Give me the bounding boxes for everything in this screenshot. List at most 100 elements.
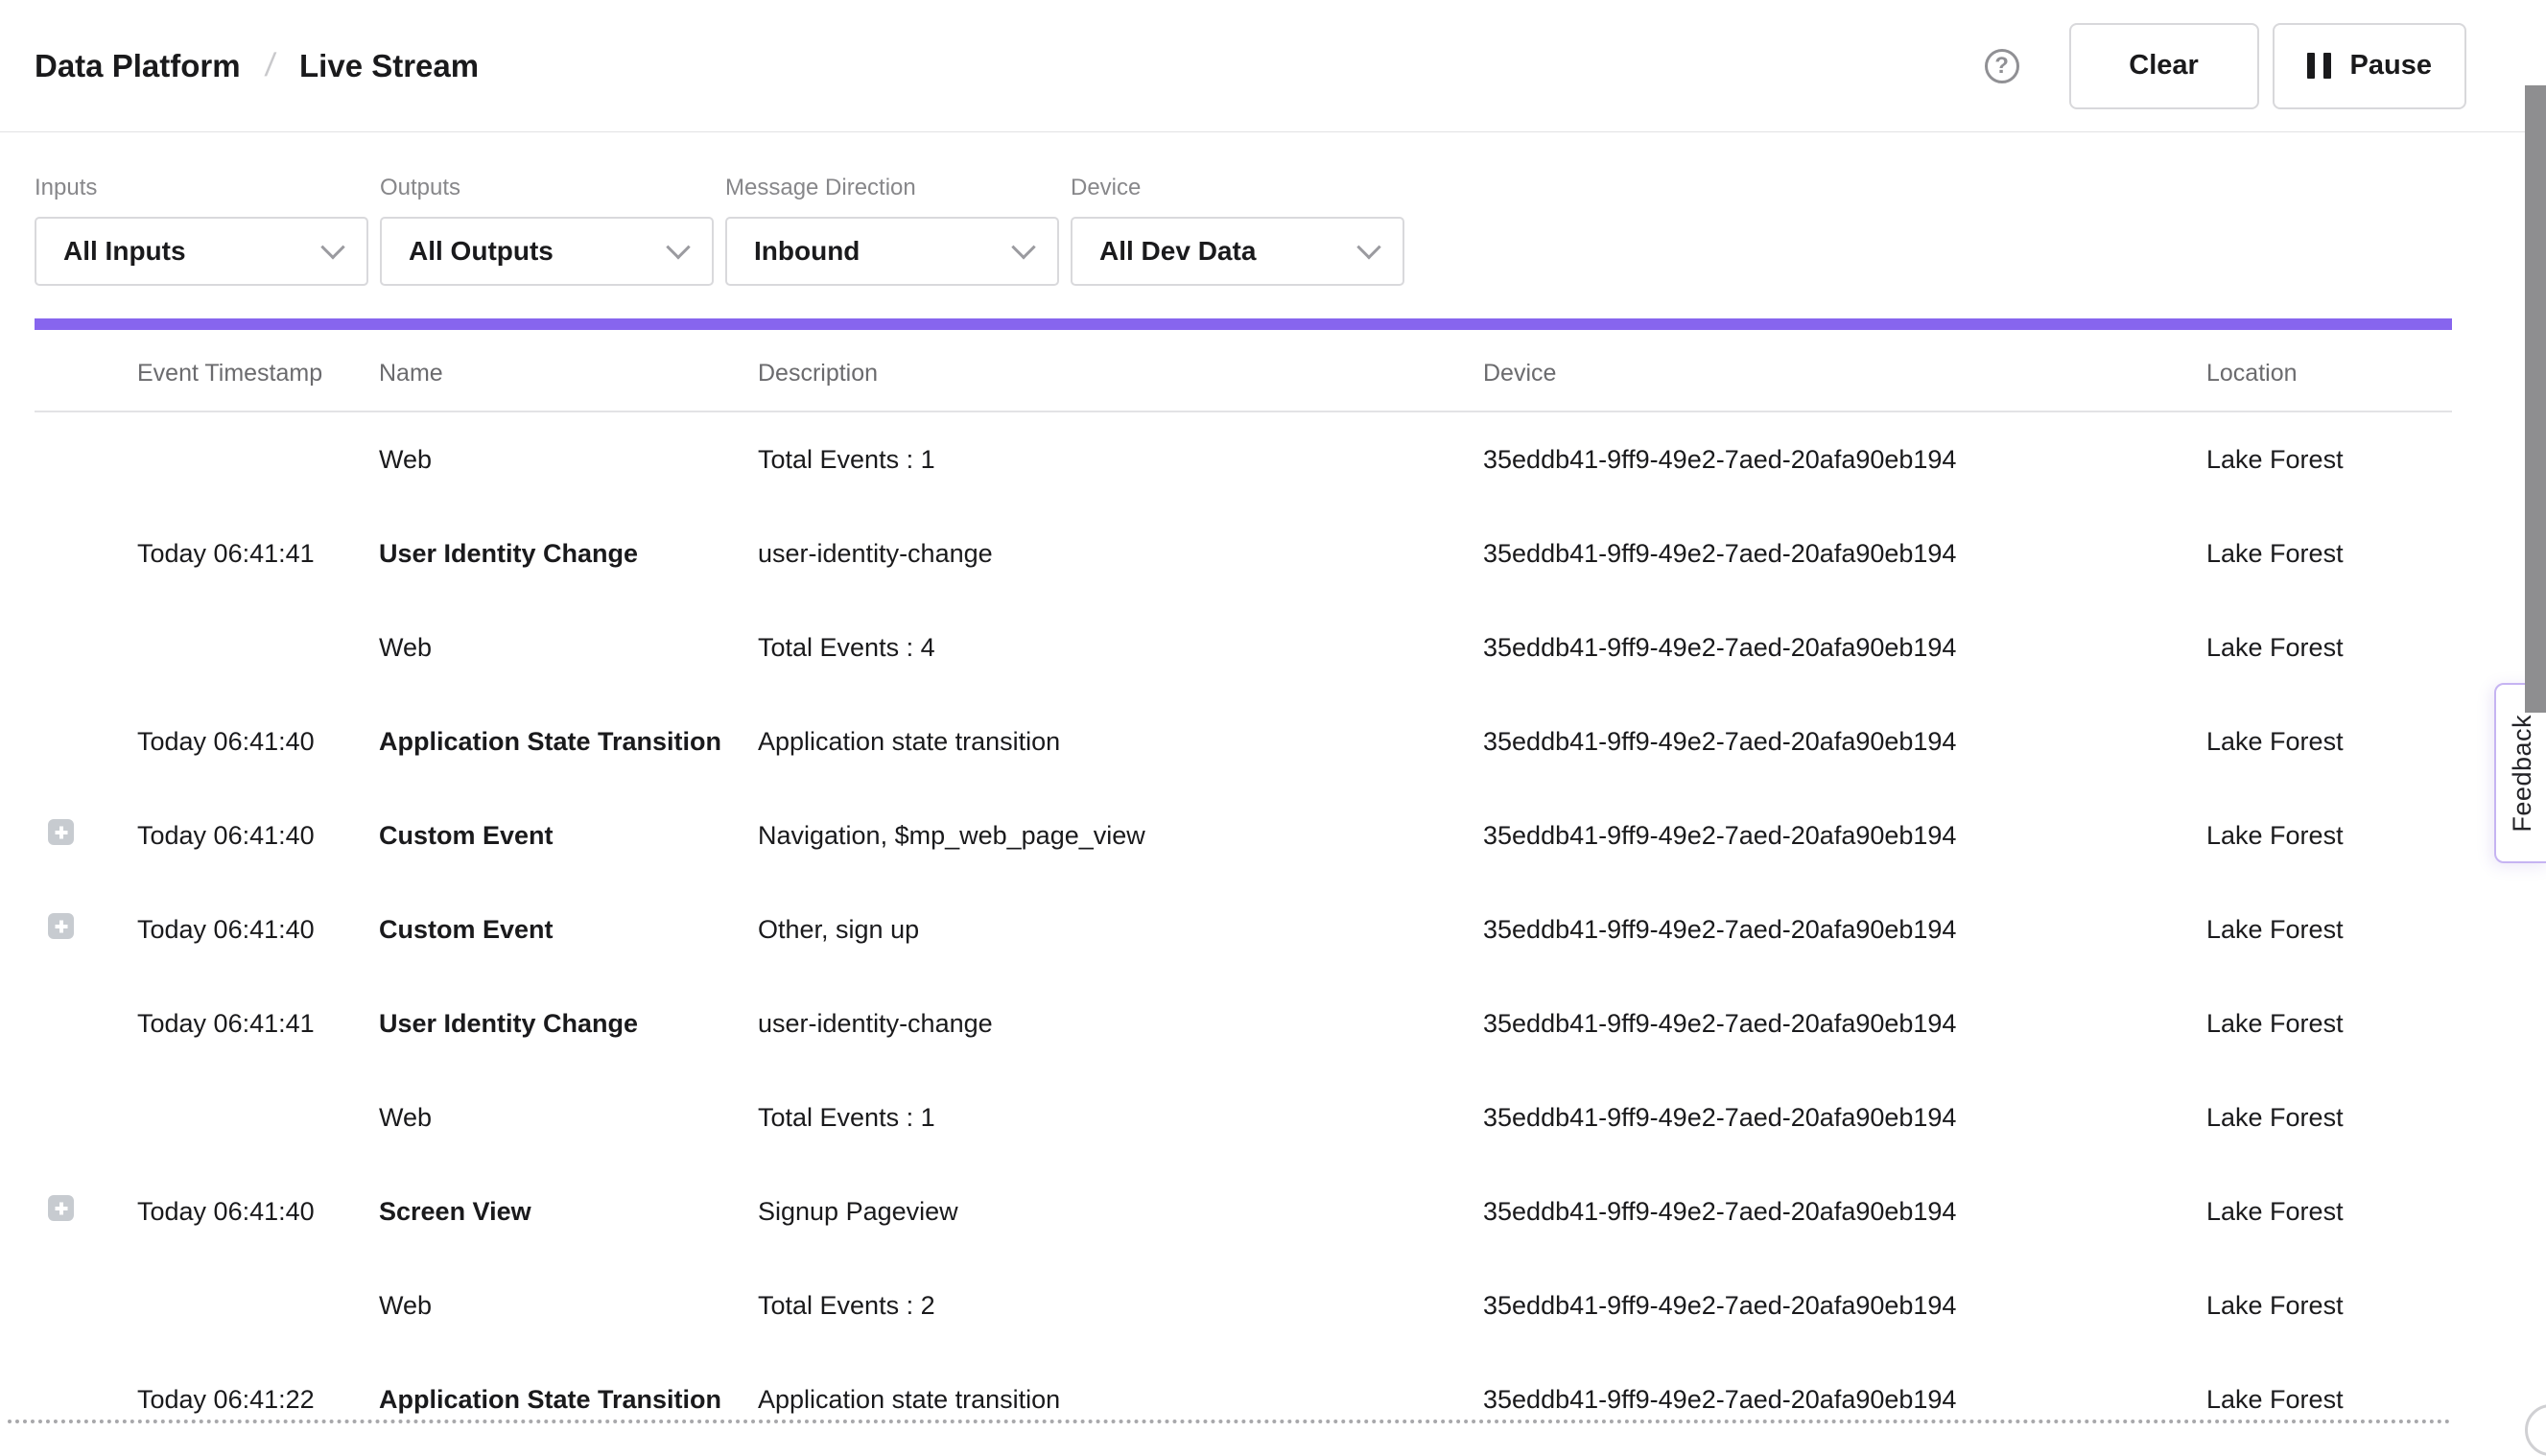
event-description-cell: Other, sign up — [758, 915, 1483, 945]
outputs-filter-label: Outputs — [380, 175, 714, 201]
expand-plus-icon[interactable] — [48, 1195, 74, 1221]
event-name-cell: Web — [379, 633, 758, 663]
device-filter-label: Device — [1071, 175, 1404, 201]
pause-button[interactable]: Pause — [2273, 23, 2466, 109]
event-description-cell: Application state transition — [758, 1385, 1483, 1415]
expand-cell — [35, 819, 137, 852]
breadcrumb-separator: / — [263, 47, 277, 84]
table-header-row: Event Timestamp Name Description Device … — [35, 330, 2452, 412]
breadcrumb-item-data-platform[interactable]: Data Platform — [35, 48, 241, 84]
filter-group-message-direction: Message Direction Inbound — [725, 175, 1059, 286]
event-timestamp-cell: Today 06:41:40 — [137, 915, 379, 945]
expand-cell — [35, 913, 137, 946]
expand-cell — [35, 631, 137, 664]
event-timestamp-cell: Today 06:41:40 — [137, 1197, 379, 1227]
chevron-down-icon — [1011, 235, 1035, 259]
pause-icon — [2307, 53, 2331, 79]
expand-cell — [35, 1101, 137, 1134]
header-cell-description: Description — [758, 360, 1483, 387]
event-description-cell: Total Events : 4 — [758, 633, 1483, 663]
filter-group-device: Device All Dev Data — [1071, 175, 1404, 286]
event-description-cell: Navigation, $mp_web_page_view — [758, 821, 1483, 851]
event-timestamp-cell: Today 06:41:41 — [137, 1009, 379, 1039]
table-row[interactable]: Today 06:41:40 Screen View Signup Pagevi… — [35, 1164, 2452, 1258]
event-device-cell: 35eddb41-9ff9-49e2-7aed-20afa90eb194 — [1483, 915, 2206, 945]
event-device-cell: 35eddb41-9ff9-49e2-7aed-20afa90eb194 — [1483, 1009, 2206, 1039]
inputs-filter-select[interactable]: All Inputs — [35, 217, 368, 286]
event-name-cell: User Identity Change — [379, 539, 758, 569]
event-timestamp-cell: Today 06:41:40 — [137, 821, 379, 851]
header-cell-device: Device — [1483, 360, 2206, 387]
filter-group-inputs: Inputs All Inputs — [35, 175, 368, 286]
expand-cell — [35, 1289, 137, 1322]
breadcrumb: Data Platform / Live Stream — [35, 47, 479, 84]
chevron-down-icon — [1356, 235, 1380, 259]
table-row[interactable]: Web Total Events : 4 35eddb41-9ff9-49e2-… — [35, 600, 2452, 694]
stream-loading-divider — [8, 1420, 2452, 1423]
help-icon[interactable]: ? — [1985, 49, 2019, 83]
chevron-down-icon — [666, 235, 690, 259]
message-direction-filter-value: Inbound — [754, 236, 860, 267]
inputs-filter-value: All Inputs — [63, 236, 186, 267]
filters-bar: Inputs All Inputs Outputs All Outputs Me… — [0, 132, 2546, 286]
event-device-cell: 35eddb41-9ff9-49e2-7aed-20afa90eb194 — [1483, 633, 2206, 663]
event-location-cell: Lake Forest — [2206, 727, 2452, 757]
filter-group-outputs: Outputs All Outputs — [380, 175, 714, 286]
outputs-filter-value: All Outputs — [409, 236, 554, 267]
event-description-cell: Signup Pageview — [758, 1197, 1483, 1227]
event-location-cell: Lake Forest — [2206, 1103, 2452, 1133]
table-row[interactable]: Web Total Events : 1 35eddb41-9ff9-49e2-… — [35, 412, 2452, 506]
event-location-cell: Lake Forest — [2206, 1291, 2452, 1321]
inputs-filter-label: Inputs — [35, 175, 368, 201]
stream-accent-bar — [35, 318, 2452, 330]
vertical-scrollbar[interactable] — [2525, 0, 2546, 1425]
event-location-cell: Lake Forest — [2206, 1197, 2452, 1227]
event-description-cell: user-identity-change — [758, 539, 1483, 569]
event-name-cell: Web — [379, 445, 758, 475]
table-row[interactable]: Today 06:41:40 Custom Event Other, sign … — [35, 882, 2452, 976]
table-row[interactable]: Today 06:41:22 Application State Transit… — [35, 1352, 2452, 1446]
event-device-cell: 35eddb41-9ff9-49e2-7aed-20afa90eb194 — [1483, 1291, 2206, 1321]
event-description-cell: Total Events : 1 — [758, 1103, 1483, 1133]
table-row[interactable]: Today 06:41:41 User Identity Change user… — [35, 506, 2452, 600]
expand-plus-icon[interactable] — [48, 819, 74, 845]
scrollbar-thumb[interactable] — [2525, 85, 2546, 713]
table-row[interactable]: Today 06:41:40 Custom Event Navigation, … — [35, 788, 2452, 882]
header-cell-location: Location — [2206, 360, 2452, 387]
event-description-cell: Total Events : 1 — [758, 445, 1483, 475]
expand-plus-icon[interactable] — [48, 913, 74, 939]
table-row[interactable]: Today 06:41:41 User Identity Change user… — [35, 976, 2452, 1070]
message-direction-filter-label: Message Direction — [725, 175, 1059, 201]
event-name-cell: Web — [379, 1103, 758, 1133]
clear-button[interactable]: Clear — [2069, 23, 2259, 109]
events-table: Event Timestamp Name Description Device … — [35, 330, 2452, 1446]
top-bar: Data Platform / Live Stream ? Clear Paus… — [0, 0, 2546, 132]
expand-cell — [35, 537, 137, 570]
expand-cell — [35, 1195, 137, 1228]
event-device-cell: 35eddb41-9ff9-49e2-7aed-20afa90eb194 — [1483, 1103, 2206, 1133]
outputs-filter-select[interactable]: All Outputs — [380, 217, 714, 286]
message-direction-filter-select[interactable]: Inbound — [725, 217, 1059, 286]
breadcrumb-item-live-stream: Live Stream — [299, 48, 479, 84]
event-device-cell: 35eddb41-9ff9-49e2-7aed-20afa90eb194 — [1483, 1197, 2206, 1227]
event-name-cell: Custom Event — [379, 821, 758, 851]
event-device-cell: 35eddb41-9ff9-49e2-7aed-20afa90eb194 — [1483, 445, 2206, 475]
expand-cell — [35, 725, 137, 758]
table-body: Web Total Events : 1 35eddb41-9ff9-49e2-… — [35, 412, 2452, 1446]
event-name-cell: User Identity Change — [379, 1009, 758, 1039]
event-timestamp-cell: Today 06:41:22 — [137, 1385, 379, 1415]
expand-cell — [35, 1383, 137, 1416]
table-row[interactable]: Today 06:41:40 Application State Transit… — [35, 694, 2452, 788]
event-timestamp-cell: Today 06:41:41 — [137, 539, 379, 569]
table-row[interactable]: Web Total Events : 1 35eddb41-9ff9-49e2-… — [35, 1070, 2452, 1164]
event-timestamp-cell: Today 06:41:40 — [137, 727, 379, 757]
device-filter-select[interactable]: All Dev Data — [1071, 217, 1404, 286]
event-description-cell: Total Events : 2 — [758, 1291, 1483, 1321]
event-device-cell: 35eddb41-9ff9-49e2-7aed-20afa90eb194 — [1483, 1385, 2206, 1415]
event-location-cell: Lake Forest — [2206, 915, 2452, 945]
event-name-cell: Screen View — [379, 1197, 758, 1227]
event-name-cell: Web — [379, 1291, 758, 1321]
table-row[interactable]: Web Total Events : 2 35eddb41-9ff9-49e2-… — [35, 1258, 2452, 1352]
event-device-cell: 35eddb41-9ff9-49e2-7aed-20afa90eb194 — [1483, 539, 2206, 569]
event-device-cell: 35eddb41-9ff9-49e2-7aed-20afa90eb194 — [1483, 727, 2206, 757]
